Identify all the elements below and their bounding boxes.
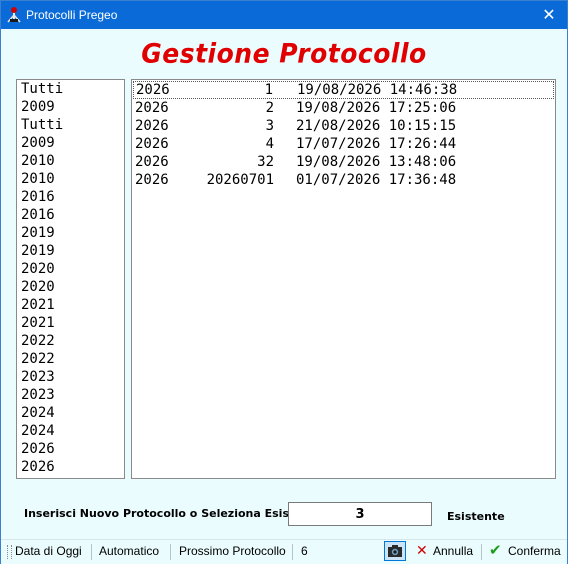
year-list-item[interactable]: 2010 [17, 170, 124, 188]
confirm-button[interactable]: Conferma [508, 544, 561, 558]
protocol-datetime: 19/08/2026 17:25:06 [296, 100, 457, 116]
new-protocol-label: Inserisci Nuovo Protocollo o Seleziona E… [24, 507, 323, 520]
protocol-number: 32 [257, 154, 274, 170]
title-bar[interactable]: Protocolli Pregeo ✕ [1, 1, 567, 29]
protocol-year: 2026 [135, 154, 169, 170]
camera-button[interactable] [384, 541, 406, 561]
year-list-item[interactable]: 2020 [17, 278, 124, 296]
protocol-year: 2026 [136, 82, 170, 98]
protocol-datetime: 19/08/2026 14:46:38 [297, 82, 458, 98]
protocol-row[interactable]: 2026 3 21/08/2026 10:15:15 [132, 117, 555, 135]
today-date-button[interactable]: Data di Oggi [15, 544, 82, 558]
year-list-item[interactable]: 2023 [17, 368, 124, 386]
protocol-number: 2 [265, 100, 274, 116]
protocol-year: 2026 [135, 136, 169, 152]
toolbar-separator [91, 544, 92, 560]
year-list-item[interactable]: 2021 [17, 296, 124, 314]
protocol-year: 2026 [135, 118, 169, 134]
year-list-item[interactable]: 2010 [17, 152, 124, 170]
protocol-datetime: 01/07/2026 17:36:48 [296, 172, 457, 188]
year-list-item[interactable]: 2024 [17, 404, 124, 422]
year-list-item[interactable]: 2016 [17, 188, 124, 206]
protocol-row[interactable]: 2026 32 19/08/2026 13:48:06 [132, 153, 555, 171]
checkmark-icon: ✔ [489, 541, 502, 559]
year-list-item[interactable]: 2026 [17, 458, 124, 476]
protocol-year: 2026 [135, 100, 169, 116]
year-list-item[interactable]: 2022 [17, 332, 124, 350]
protocol-datetime: 19/08/2026 13:48:06 [296, 154, 457, 170]
camera-icon [388, 545, 402, 557]
close-button[interactable]: ✕ [531, 1, 567, 29]
bottom-toolbar: Data di Oggi Automatico Prossimo Protoco… [1, 539, 567, 564]
year-list-item[interactable]: 2019 [17, 242, 124, 260]
year-list-item[interactable]: 2009 [17, 134, 124, 152]
protocol-list[interactable]: 2026 1 19/08/2026 14:46:38 2026 2 19/08/2026 … [131, 79, 556, 479]
year-list-item[interactable]: 2023 [17, 386, 124, 404]
year-list[interactable]: Tutti 2009 Tutti 2009 2010 2010 2016 2016 2019 20… [16, 79, 125, 479]
year-list-item[interactable]: 2026 [17, 440, 124, 458]
page-title: Gestione Protocollo [141, 38, 427, 69]
protocol-row[interactable]: 2026 2 19/08/2026 17:25:06 [132, 99, 555, 117]
cancel-button[interactable]: Annulla [433, 544, 473, 558]
protocol-row[interactable]: 2026 20260701 01/07/2026 17:36:48 [132, 171, 555, 189]
year-list-item[interactable]: 2024 [17, 422, 124, 440]
year-list-item[interactable]: Tutti [17, 80, 124, 98]
pregeo-app-icon [5, 6, 23, 24]
year-list-item[interactable]: Tutti [17, 116, 124, 134]
protocolli-window: Protocolli Pregeo ✕ Gestione Protocollo … [0, 0, 568, 564]
protocol-datetime: 17/07/2026 17:26:44 [296, 136, 457, 152]
toolbar-separator [481, 544, 482, 560]
cross-icon: ✕ [416, 543, 428, 559]
protocol-year: 2026 [135, 172, 169, 188]
protocol-number: 4 [265, 136, 274, 152]
year-list-item[interactable]: 2020 [17, 260, 124, 278]
automatic-button[interactable]: Automatico [99, 544, 159, 558]
protocol-datetime: 21/08/2026 10:15:15 [296, 118, 457, 134]
protocol-number: 1 [264, 82, 273, 98]
next-protocol-value: 6 [301, 544, 308, 558]
year-list-item[interactable]: 2016 [17, 206, 124, 224]
toolbar-separator [170, 544, 171, 560]
toolbar-grip [7, 545, 12, 559]
toolbar-separator [292, 544, 293, 560]
protocol-status-label: Esistente [447, 510, 505, 523]
protocol-row[interactable]: 2026 4 17/07/2026 17:26:44 [132, 135, 555, 153]
protocol-number: 3 [265, 118, 274, 134]
protocol-row[interactable]: 2026 1 19/08/2026 14:46:38 [133, 81, 554, 99]
window-title: Protocolli Pregeo [26, 8, 118, 22]
year-list-item[interactable]: 2021 [17, 314, 124, 332]
year-list-item[interactable]: 2009 [17, 98, 124, 116]
protocol-number-input[interactable]: 3 [288, 502, 432, 526]
protocol-number: 20260701 [206, 172, 274, 188]
year-list-item[interactable]: 2022 [17, 350, 124, 368]
next-protocol-label: Prossimo Protocollo [179, 544, 286, 558]
year-list-item[interactable]: 2019 [17, 224, 124, 242]
